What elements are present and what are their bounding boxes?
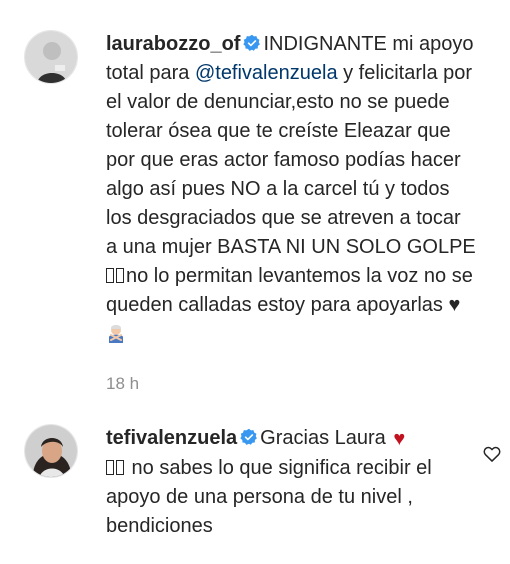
timestamp: 18 h	[106, 374, 140, 393]
username[interactable]: tefivalenzuela	[106, 427, 237, 449]
avatar[interactable]	[24, 30, 78, 84]
comment-text: no sabes lo que significa recibir el apo…	[106, 457, 432, 537]
avatar[interactable]	[24, 424, 78, 478]
username[interactable]: laurabozzo_of	[106, 33, 240, 55]
missing-glyph-icon	[106, 268, 114, 283]
missing-glyph-icon	[116, 268, 124, 283]
avatar-image	[25, 425, 77, 477]
comment-text: Gracias Laura	[260, 427, 392, 449]
comment-text: no lo permitan levantemos la voz no se q…	[106, 265, 473, 316]
red-heart-emoji: ♥	[393, 428, 406, 450]
comment-body: laurabozzo_of INDIGNANTE mi apoyo total …	[106, 30, 476, 349]
heart-outline-icon[interactable]	[482, 444, 502, 464]
verified-badge-icon	[240, 428, 258, 445]
avatar-image	[25, 31, 77, 83]
missing-glyph-icon	[106, 460, 114, 475]
verified-badge-icon	[243, 34, 261, 51]
comment-body: tefivalenzuela Gracias Laura ♥ no sabes …	[106, 424, 476, 541]
missing-glyph-icon	[116, 460, 124, 475]
heart-emoji: ♥	[448, 294, 461, 316]
mention-link[interactable]: @tefivalenzuela	[195, 62, 338, 84]
comment-text: y felicitarla por el valor de denunciar,…	[106, 62, 476, 258]
person-gesturing-no-emoji	[109, 325, 123, 343]
